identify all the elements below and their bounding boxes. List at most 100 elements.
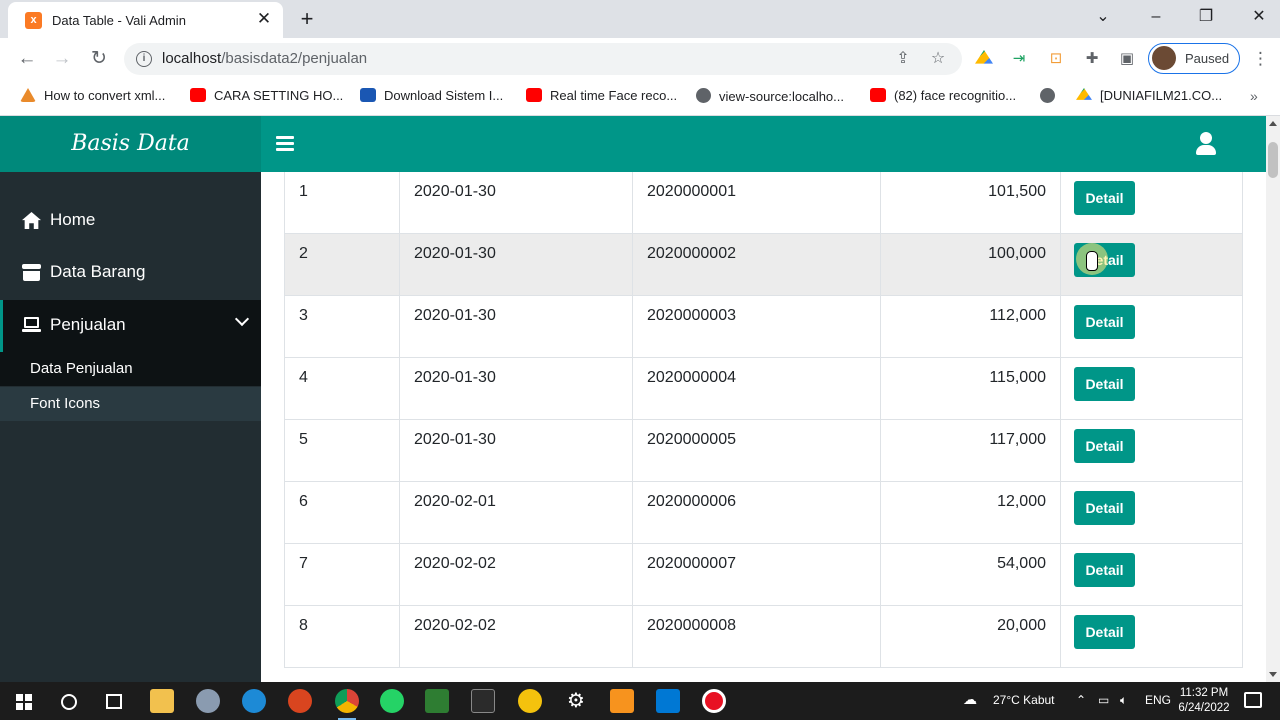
cell-text: 2020000005 (647, 431, 736, 448)
cell-text: 4 (299, 369, 308, 386)
bookmark-item[interactable]: Download Sistem I... (360, 88, 503, 108)
bookmarks-overflow-icon[interactable]: » (1250, 88, 1258, 104)
cell-date: 2020-01-30 (399, 358, 632, 420)
side-panel-icon[interactable]: ▣ (1118, 50, 1136, 68)
close-window-button[interactable]: ✕ (1244, 4, 1274, 30)
screenshot-extension-icon[interactable]: ⊡ (1047, 50, 1065, 68)
detail-button[interactable]: Detail (1074, 305, 1135, 339)
laptop-icon (22, 317, 41, 334)
page-scrollbar[interactable] (1266, 116, 1280, 682)
sidebar-subitem-font-icons[interactable]: Font Icons (0, 387, 261, 421)
settings-gear-icon[interactable]: ⚙ (564, 689, 588, 713)
user-icon[interactable] (1195, 132, 1217, 156)
address-bar[interactable]: i localhost/basisdata2/penjualan ⇪ ☆ (124, 43, 962, 75)
maximize-button[interactable]: ❐ (1191, 4, 1221, 30)
reload-icon[interactable]: ↻ (85, 45, 113, 73)
back-arrow-icon[interactable]: ← (13, 45, 41, 73)
cell-text: 8 (299, 617, 308, 634)
language-indicator[interactable]: ENG (1145, 693, 1171, 707)
login-extension-icon[interactable]: ⇥ (1010, 50, 1028, 68)
bookmark-item[interactable]: (82) face recognitio... (870, 88, 1016, 108)
app-icon[interactable] (196, 689, 220, 713)
google-drive-extension-icon[interactable] (975, 50, 993, 64)
bookmark-item[interactable]: Real time Face reco... (526, 88, 677, 108)
search-circle-icon[interactable] (61, 694, 77, 710)
sidebar-item-penjualan[interactable]: Penjualan (0, 300, 261, 352)
forward-arrow-icon[interactable]: → (48, 45, 76, 73)
cell-total: 100,000 (880, 234, 1060, 296)
whatsapp-icon[interactable] (380, 689, 404, 713)
battery-icon[interactable]: ▭ (1098, 693, 1109, 707)
tab-search-chevron-icon[interactable]: ⌄ (1088, 4, 1118, 30)
terminal-icon[interactable] (471, 689, 495, 713)
bookmark-label: Real time Face reco... (550, 88, 678, 103)
scrollbar-thumb[interactable] (1268, 142, 1278, 178)
bookmark-item[interactable]: view-source:localho... (696, 88, 844, 108)
bookmark-label: How to convert xml... (44, 88, 166, 103)
cell-text: 2020-01-30 (414, 245, 496, 262)
app-logo[interactable]: Basis Data (0, 116, 261, 172)
sidebar-subitem-label: Data Penjualan (30, 360, 133, 377)
minimize-button[interactable]: – (1141, 4, 1171, 30)
vscode-icon[interactable] (656, 689, 680, 713)
bookmark-label: CARA SETTING HO... (214, 88, 344, 103)
table-row: 1 2020-01-30 2020000001 101,500 Detail (284, 172, 1243, 234)
bookmark-item[interactable]: [DUNIAFILM21.CO... (1076, 88, 1222, 108)
file-explorer-icon[interactable] (150, 689, 174, 713)
chrome-icon[interactable] (335, 689, 359, 720)
bookmark-item[interactable] (1040, 88, 1063, 108)
detail-button[interactable]: Detail (1074, 491, 1135, 525)
bookmark-item[interactable]: CARA SETTING HO... (190, 88, 343, 108)
cell-code: 2020000004 (632, 358, 880, 420)
detail-button[interactable]: Detail (1074, 367, 1135, 401)
notification-icon[interactable] (1244, 692, 1262, 708)
detail-button[interactable]: Detail (1074, 615, 1135, 649)
bookmarks-bar: How to convert xml... CARA SETTING HO...… (0, 80, 1280, 116)
detail-button[interactable]: Detail (1074, 181, 1135, 215)
detail-button[interactable]: Detail (1074, 553, 1135, 587)
windows-taskbar: ⚙ ☁ 27°C Kabut ⌃ ▭ 🔈︎ ENG 11:32 PM 6/24/… (0, 682, 1280, 720)
browser-menu-icon[interactable]: ⋮ (1252, 50, 1269, 68)
app-icon[interactable] (518, 689, 542, 713)
cell-no: 5 (284, 420, 399, 482)
volume-icon[interactable]: 🔈︎ (1120, 693, 1127, 708)
scroll-down-arrow-icon[interactable] (1269, 672, 1277, 677)
book-icon (360, 88, 376, 102)
bookmark-star-icon[interactable]: ☆ (928, 49, 948, 69)
url-text: localhost/basisdata2/penjualan (162, 50, 367, 67)
site-info-icon[interactable]: i (136, 51, 152, 67)
weather-text[interactable]: 27°C Kabut (993, 693, 1055, 707)
cell-code: 2020000008 (632, 606, 880, 668)
edge-icon[interactable] (242, 689, 266, 713)
sidebar-subitem-data-penjualan[interactable]: Data Penjualan (0, 352, 261, 386)
cell-text: 2020-02-01 (414, 493, 496, 510)
detail-button[interactable]: Detail (1074, 429, 1135, 463)
new-tab-button[interactable]: + (294, 6, 320, 32)
task-view-icon[interactable] (106, 694, 122, 709)
hamburger-menu-icon[interactable] (276, 136, 294, 152)
tab-close-icon[interactable]: ✕ (254, 9, 274, 29)
sidebar-item-home[interactable]: Home (0, 195, 261, 247)
weather-cloud-icon[interactable]: ☁ (963, 691, 977, 708)
home-icon (22, 212, 41, 229)
bookmark-item[interactable]: How to convert xml... (20, 88, 165, 108)
taskbar-clock[interactable]: 11:32 PM 6/24/2022 (1172, 686, 1236, 716)
google-drive-icon (1076, 88, 1092, 100)
cell-no: 8 (284, 606, 399, 668)
scroll-up-arrow-icon[interactable] (1269, 121, 1277, 126)
cell-no: 7 (284, 544, 399, 606)
table-row: 5 2020-01-30 2020000005 117,000 Detail (284, 420, 1243, 482)
sidebar-item-data-barang[interactable]: Data Barang (0, 247, 261, 299)
tray-chevron-icon[interactable]: ⌃ (1076, 693, 1086, 707)
app-icon[interactable] (610, 689, 634, 713)
browser-tab[interactable]: x Data Table - Vali Admin ✕ (8, 2, 283, 38)
excel-icon[interactable] (425, 689, 449, 713)
share-icon[interactable]: ⇪ (893, 49, 913, 69)
record-icon[interactable] (702, 689, 726, 713)
profile-button[interactable]: Paused (1148, 43, 1240, 74)
extensions-puzzle-icon[interactable]: ✚ (1083, 50, 1101, 68)
cell-code: 2020000005 (632, 420, 880, 482)
app-icon[interactable] (288, 689, 312, 713)
table-row: 6 2020-02-01 2020000006 12,000 Detail (284, 482, 1243, 544)
windows-start-icon[interactable] (16, 694, 32, 710)
